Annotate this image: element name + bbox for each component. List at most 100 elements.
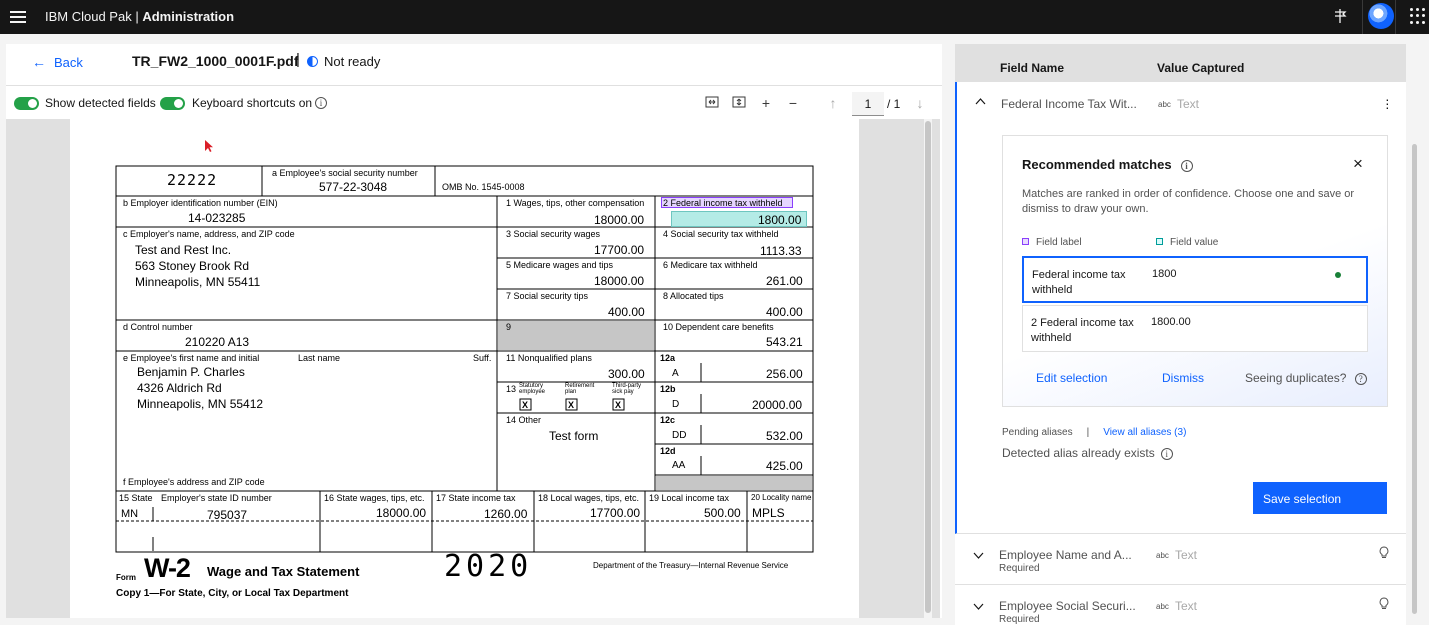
duplicates-text: Seeing duplicates?	[1245, 371, 1347, 385]
field-name[interactable]: Federal Income Tax Wit...	[1001, 97, 1137, 111]
field-row-federal-tax: Federal Income Tax Wit... abc Text · · · R…	[955, 82, 1406, 534]
box4-label: 4 Social security tax withheld	[663, 229, 779, 239]
field-table-header: Field Name Value Captured	[955, 44, 1406, 82]
box12a-code: A	[672, 368, 679, 379]
signpost-icon[interactable]	[1332, 8, 1350, 26]
form-title: Wage and Tax Statement	[207, 564, 360, 579]
value-swatch-icon	[1156, 238, 1163, 245]
box18-label: 18 Local wages, tips, etc.	[538, 493, 640, 503]
value-type: Text	[1177, 97, 1200, 111]
avatar-icon	[1368, 3, 1394, 29]
box5-label: 5 Medicare wages and tips	[506, 260, 614, 270]
chevron-up-icon[interactable]	[975, 96, 986, 108]
box2-value: 1800.00	[758, 213, 802, 227]
box12b-label: 12b	[660, 384, 676, 394]
view-aliases-link[interactable]: View all aliases (3)	[1103, 427, 1186, 438]
employee-name: Benjamin P. Charles	[137, 365, 245, 379]
keyboard-shortcuts-toggle[interactable]	[160, 97, 185, 110]
box20-label: 20 Locality name	[751, 493, 812, 502]
field-row-employee-name[interactable]: Employee Name and A... Required abc Text	[955, 534, 1406, 585]
box7-value: 400.00	[608, 305, 645, 319]
box20-value: MPLS	[752, 506, 785, 520]
info-icon[interactable]: i	[1180, 160, 1193, 172]
form-name: W-2	[144, 553, 191, 583]
title-separator: |	[296, 51, 300, 68]
ssn-label: a Employee's social security number	[272, 168, 418, 178]
state-id-value: 795037	[207, 508, 248, 522]
help-icon[interactable]: ?	[1354, 373, 1367, 385]
match-option-1[interactable]: Federal income tax withheld 1800	[1022, 256, 1368, 303]
show-fields-toggle[interactable]	[14, 97, 39, 110]
alias-exists-note: Detected alias already exists i	[1002, 446, 1173, 460]
page-total: / 1	[887, 97, 901, 111]
shortcuts-info-icon[interactable]: i	[315, 95, 327, 109]
back-link[interactable]: ← Back	[32, 54, 83, 70]
match-option-2[interactable]: 2 Federal income tax withheld 1800.00	[1022, 305, 1368, 352]
box14-value: Test form	[549, 429, 599, 443]
label-swatch-icon	[1022, 238, 1029, 245]
field-name[interactable]: Employee Social Securi...	[999, 599, 1136, 613]
value-type: Text	[1175, 599, 1198, 613]
required-label: Required	[999, 614, 1040, 625]
legend-field-label: Field label	[1022, 237, 1082, 248]
box18-value: 17700.00	[590, 506, 641, 520]
edit-selection-link[interactable]: Edit selection	[1036, 371, 1107, 385]
shortcuts-label: Keyboard shortcuts on	[192, 96, 313, 110]
box14-label: 14 Other	[506, 415, 542, 425]
app-switcher-icon[interactable]	[1410, 8, 1426, 24]
lightbulb-icon[interactable]	[1379, 546, 1389, 562]
chevron-down-icon[interactable]	[973, 551, 984, 563]
viewer-scrollbar[interactable]	[924, 119, 932, 618]
type-abc-icon: abc	[1158, 100, 1171, 109]
duplicates-help[interactable]: Seeing duplicates? ?	[1245, 371, 1367, 385]
arrow-up-icon[interactable]: ↑	[824, 95, 842, 111]
dismiss-link[interactable]: Dismiss	[1162, 371, 1204, 385]
hamburger-menu-icon[interactable]	[10, 8, 26, 24]
box12c-code: DD	[672, 430, 687, 441]
box12b-code: D	[672, 399, 680, 410]
box3-value: 17700.00	[594, 243, 645, 257]
close-icon[interactable]: ×	[1353, 154, 1363, 174]
box5-value: 18000.00	[594, 274, 645, 288]
brand-separator: |	[131, 9, 143, 24]
control-number-label: d Control number	[123, 322, 193, 332]
section-label: Administration	[142, 9, 235, 24]
box3-label: 3 Social security wages	[506, 229, 601, 239]
employer-label: c Employer's name, address, and ZIP code	[123, 229, 295, 239]
save-selection-button[interactable]: Save selection	[1253, 482, 1387, 514]
box8-label: 8 Allocated tips	[663, 291, 724, 301]
box1-value: 18000.00	[594, 213, 645, 227]
arrow-left-icon: ←	[32, 54, 46, 70]
employer-city: Minneapolis, MN 55411	[135, 275, 261, 289]
page-number-input[interactable]: 1	[852, 92, 884, 116]
chevron-down-icon[interactable]	[973, 602, 984, 614]
pending-aliases: Pending aliases | View all aliases (3)	[1002, 427, 1186, 438]
lightbulb-icon[interactable]	[1379, 597, 1389, 613]
field-name[interactable]: Employee Name and A...	[999, 548, 1132, 562]
selected-indicator-icon	[1335, 272, 1341, 278]
user-avatar[interactable]	[1362, 0, 1396, 34]
card-title: Recommended matches i	[1022, 157, 1193, 172]
pending-separator: |	[1086, 427, 1090, 438]
arrow-down-icon[interactable]: ↓	[911, 95, 929, 111]
fit-width-icon[interactable]	[703, 95, 721, 112]
document-canvas[interactable]: 22222 a Employee's social security numbe…	[6, 119, 940, 618]
legend-field-value: Field value	[1156, 237, 1218, 248]
box1-label: 1 Wages, tips, other compensation	[506, 198, 645, 208]
last-name-label: Last name	[298, 353, 341, 363]
panel-scrollbar[interactable]	[1410, 44, 1419, 618]
zoom-in-button[interactable]: +	[757, 95, 775, 111]
box12d-code: AA	[672, 460, 686, 471]
field-row-employee-ssn[interactable]: Employee Social Securi... Required abc T…	[955, 585, 1406, 625]
zoom-out-button[interactable]: −	[784, 95, 802, 111]
irs-department: Department of the Treasury—Internal Reve…	[593, 561, 789, 570]
box12a-label: 12a	[660, 353, 676, 363]
info-icon[interactable]: i	[1160, 448, 1173, 460]
brand-label: IBM Cloud Pak	[45, 9, 132, 24]
overflow-menu-icon[interactable]: · · ·	[1385, 92, 1390, 114]
fit-height-icon[interactable]	[730, 95, 748, 112]
product-name[interactable]: IBM Cloud Pak | Administration	[45, 9, 234, 24]
retirement-check: X	[568, 400, 575, 410]
card-title-text: Recommended matches	[1022, 157, 1172, 172]
document-viewer-pane: ← Back TR_FW2_1000_0001F.pdf | Not ready …	[6, 44, 942, 618]
